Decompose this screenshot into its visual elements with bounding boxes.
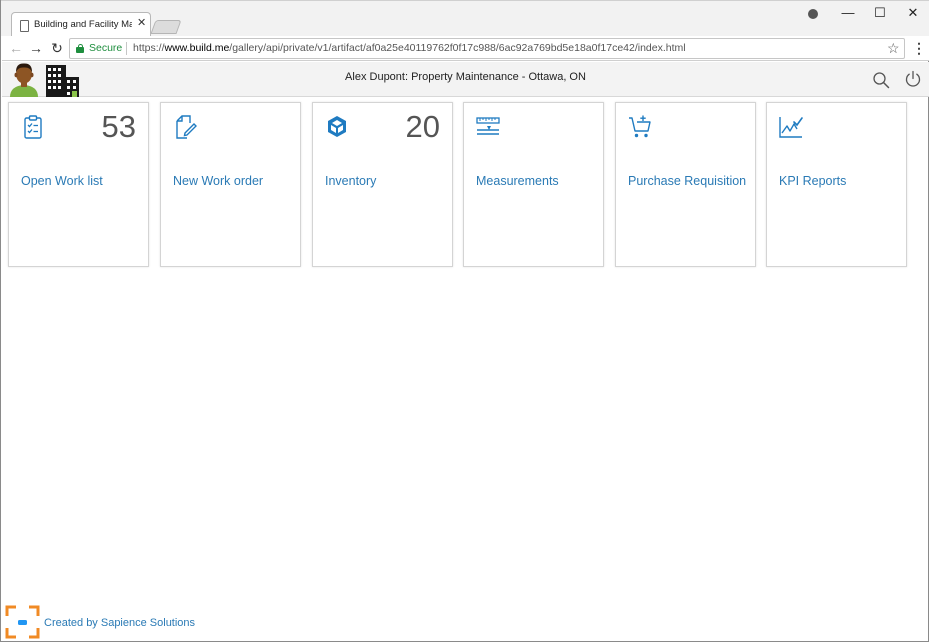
edit-document-icon bbox=[176, 115, 197, 139]
page-title: Alex Dupont: Property Maintenance - Otta… bbox=[345, 71, 586, 83]
browser-tab[interactable]: Building and Facility Ma ✕ bbox=[11, 12, 151, 38]
tile-label: Open Work list bbox=[21, 174, 103, 188]
url-text: https://www.build.me/gallery/api/private… bbox=[133, 42, 686, 54]
minimize-button[interactable]: — bbox=[836, 5, 860, 21]
measure-ruler-icon bbox=[476, 117, 500, 135]
secure-label: Secure bbox=[89, 42, 123, 54]
address-bar[interactable]: Secure https://www.build.me/gallery/api/… bbox=[69, 38, 905, 59]
inventory-cubes-icon bbox=[328, 116, 346, 137]
footer-credit[interactable]: Created by Sapience Solutions bbox=[44, 617, 195, 629]
url-scheme: https:// bbox=[133, 42, 165, 54]
forward-arrow-icon[interactable]: → bbox=[27, 39, 45, 57]
clipboard-checklist-icon bbox=[24, 115, 42, 139]
tile-count: 20 bbox=[405, 109, 440, 144]
browser-window: Building and Facility Ma ✕ — ☐ ✕ ← → ↻ S… bbox=[0, 0, 929, 642]
tile-label: New Work order bbox=[173, 174, 264, 188]
page-icon bbox=[20, 20, 29, 32]
browser-toolbar: ← → ↻ Secure https://www.build.me/galler… bbox=[2, 36, 929, 61]
search-icon[interactable] bbox=[872, 71, 890, 89]
browser-menu-icon[interactable]: ⋮ bbox=[912, 40, 926, 56]
tile-label: Measurements bbox=[476, 174, 559, 188]
cart-add-icon bbox=[629, 115, 651, 138]
close-window-button[interactable]: ✕ bbox=[901, 5, 925, 21]
maximize-button[interactable]: ☐ bbox=[868, 5, 892, 21]
profile-icon[interactable] bbox=[801, 5, 825, 21]
tile-label: Purchase Requisition bbox=[628, 174, 747, 188]
url-path: /gallery/api/private/v1/artifact/af0a25e… bbox=[229, 42, 686, 54]
tile-open-work-list[interactable]: 53 Open Work list bbox=[8, 102, 149, 267]
new-tab-button[interactable] bbox=[150, 20, 182, 34]
tile-purchase-requisition[interactable]: Purchase Requisition bbox=[615, 102, 756, 267]
tile-label: KPI Reports bbox=[779, 174, 847, 188]
tab-close-icon[interactable]: ✕ bbox=[137, 17, 146, 29]
lock-icon bbox=[76, 44, 84, 53]
tile-measurements[interactable]: Measurements bbox=[463, 102, 604, 267]
tile-count: 53 bbox=[101, 109, 136, 144]
sapience-logo bbox=[5, 605, 40, 639]
power-icon[interactable] bbox=[904, 70, 922, 88]
url-separator bbox=[126, 42, 127, 55]
tab-title: Building and Facility Ma bbox=[34, 19, 132, 30]
app-header: Alex Dupont: Property Maintenance - Otta… bbox=[2, 62, 929, 97]
kpi-chart-icon bbox=[779, 117, 803, 138]
tile-new-work-order[interactable]: New Work order bbox=[160, 102, 301, 267]
tile-label: Inventory bbox=[325, 174, 377, 188]
browser-titlebar: Building and Facility Ma ✕ — ☐ ✕ bbox=[1, 0, 929, 38]
reload-icon[interactable]: ↻ bbox=[48, 39, 66, 57]
tile-kpi-reports[interactable]: KPI Reports bbox=[766, 102, 907, 267]
back-arrow-icon[interactable]: ← bbox=[7, 39, 25, 57]
bookmark-star-icon[interactable]: ☆ bbox=[887, 39, 900, 58]
tile-inventory[interactable]: 20 Inventory bbox=[312, 102, 453, 267]
url-host: www.build.me bbox=[164, 42, 230, 54]
